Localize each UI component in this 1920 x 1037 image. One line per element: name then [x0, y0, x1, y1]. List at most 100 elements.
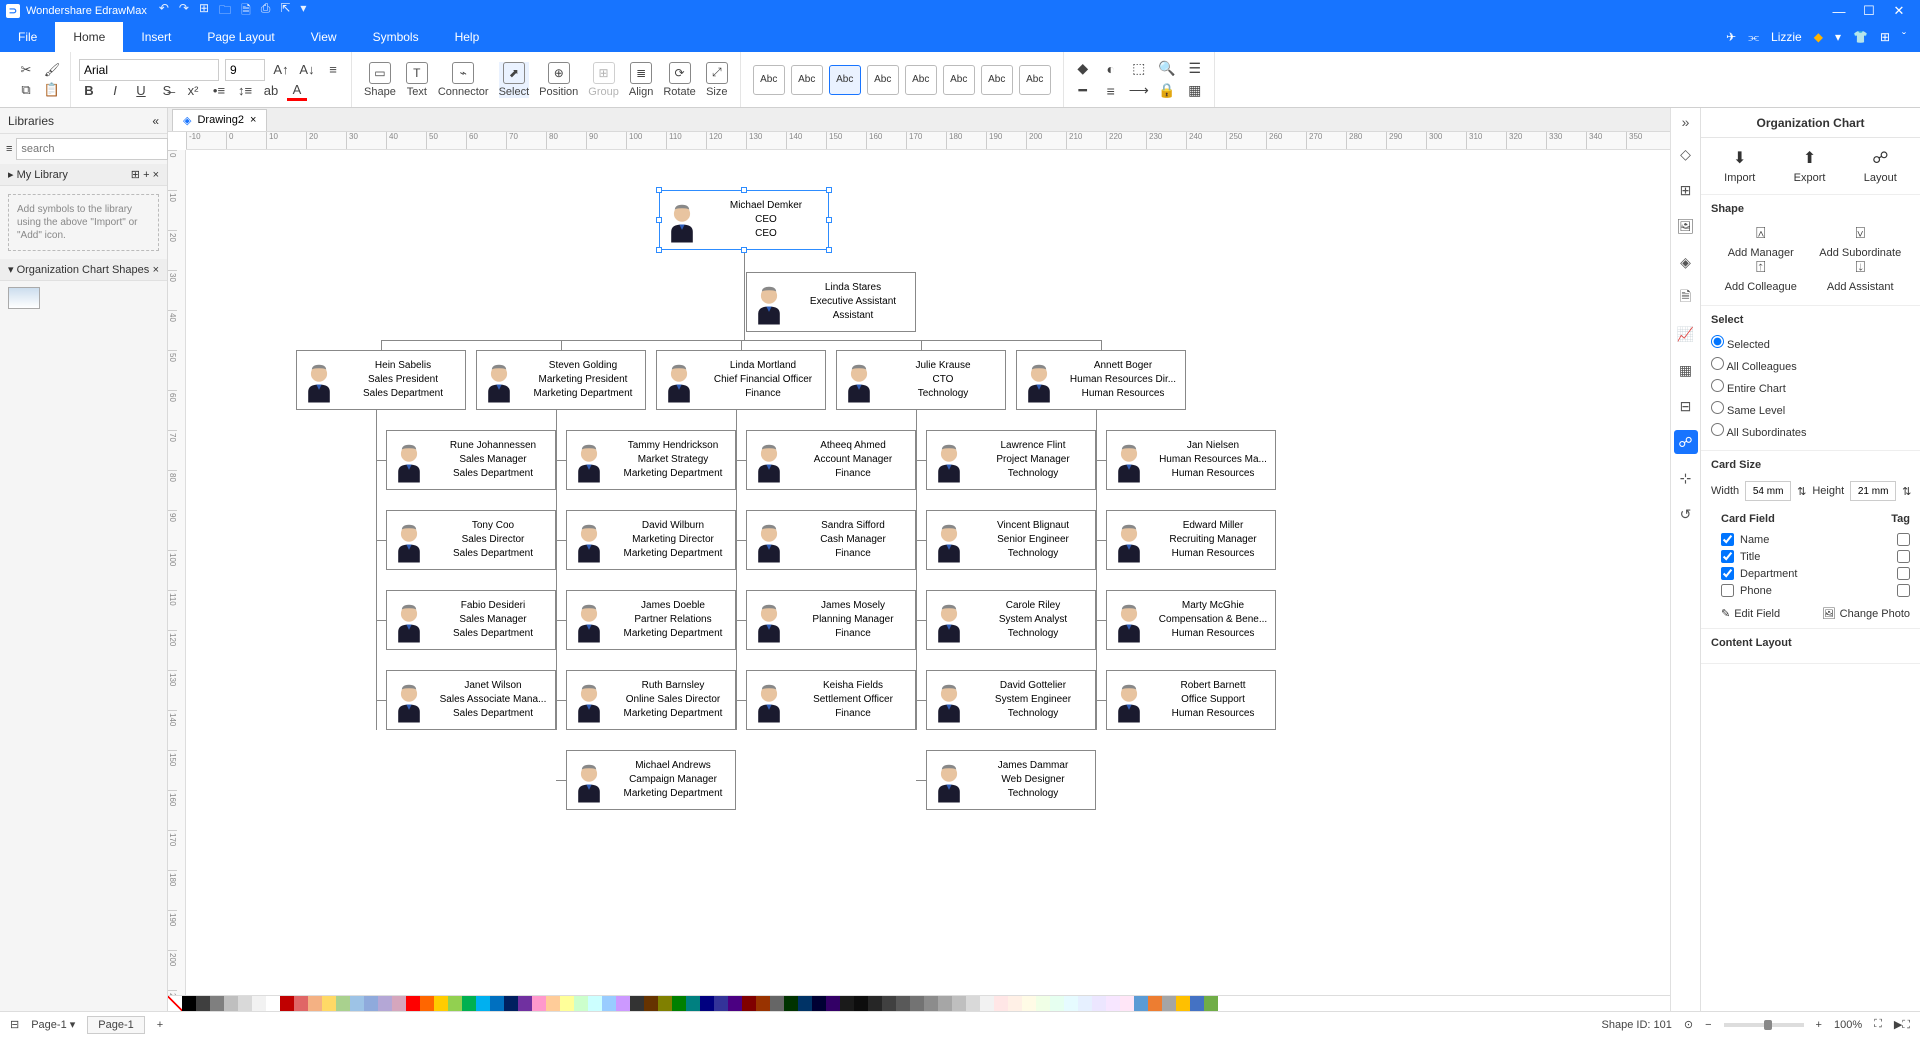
export-icon[interactable]: ⇱ — [280, 1, 290, 22]
export-button[interactable]: ⬆Export — [1794, 148, 1826, 184]
color-swatch[interactable] — [532, 996, 546, 1011]
color-swatch[interactable] — [252, 996, 266, 1011]
align-text-icon[interactable]: ≡ — [323, 60, 343, 80]
org-node[interactable]: David GottelierSystem EngineerTechnology — [926, 670, 1096, 730]
height-stepper[interactable]: ⇅ — [1902, 485, 1911, 498]
org-node[interactable]: Michael DemkerCEOCEO — [659, 190, 829, 250]
image-tab-icon[interactable]: 🖼 — [1674, 214, 1698, 238]
org-node[interactable]: Jan NielsenHuman Resources Ma...Human Re… — [1106, 430, 1276, 490]
selection-handle[interactable] — [741, 187, 747, 193]
zoom-slider[interactable] — [1724, 1023, 1804, 1027]
increase-font-icon[interactable]: A↑ — [271, 60, 291, 80]
line-style-icon[interactable]: ━ — [1072, 80, 1094, 102]
lock-icon[interactable]: 🔒 — [1156, 80, 1178, 102]
color-swatch[interactable] — [1008, 996, 1022, 1011]
color-swatch[interactable] — [476, 996, 490, 1011]
select-option-selected[interactable]: Selected — [1711, 332, 1910, 354]
org-shapes-label[interactable]: Organization Chart Shapes — [17, 264, 150, 276]
org-node[interactable]: Tony CooSales DirectorSales Department — [386, 510, 556, 570]
add-colleague-button[interactable]: ⍐Add Colleague — [1713, 259, 1809, 293]
color-swatch[interactable] — [1078, 996, 1092, 1011]
color-swatch[interactable] — [406, 996, 420, 1011]
bold-icon[interactable]: B — [79, 81, 99, 101]
color-swatch[interactable] — [588, 996, 602, 1011]
org-node[interactable]: Vincent BlignautSenior EngineerTechnolog… — [926, 510, 1096, 570]
color-swatch[interactable] — [490, 996, 504, 1011]
shapes-tab-icon[interactable]: ⊞ — [1674, 178, 1698, 202]
width-stepper[interactable]: ⇅ — [1797, 485, 1806, 498]
color-swatch[interactable] — [1134, 996, 1148, 1011]
color-swatch[interactable] — [938, 996, 952, 1011]
field-title[interactable]: Title — [1721, 548, 1910, 565]
color-swatch[interactable] — [728, 996, 742, 1011]
expand-right-icon[interactable]: » — [1682, 114, 1690, 130]
close-org-shapes-icon[interactable]: × — [153, 264, 159, 276]
align-tool[interactable]: ≣Align — [629, 62, 653, 98]
color-swatch[interactable] — [742, 996, 756, 1011]
cut-icon[interactable]: ✂ — [16, 60, 36, 80]
connector-tool[interactable]: ⌁Connector — [438, 62, 489, 98]
size-tool[interactable]: ⤢Size — [706, 62, 728, 98]
strike-icon[interactable]: S̶ — [157, 81, 177, 101]
org-node[interactable]: David WilburnMarketing DirectorMarketing… — [566, 510, 736, 570]
page-selector[interactable]: Page-1 ▾ — [31, 1018, 75, 1031]
color-swatch[interactable] — [308, 996, 322, 1011]
color-swatch[interactable] — [672, 996, 686, 1011]
style-preset-4[interactable]: Abc — [905, 65, 937, 95]
color-swatch[interactable] — [1106, 996, 1120, 1011]
color-swatch[interactable] — [294, 996, 308, 1011]
qat-more-icon[interactable]: ▾ — [300, 1, 306, 22]
user-name[interactable]: Lizzie — [1771, 30, 1802, 44]
no-color-swatch[interactable] — [168, 996, 182, 1011]
color-swatch[interactable] — [602, 996, 616, 1011]
style-preset-1[interactable]: Abc — [791, 65, 823, 95]
style-preset-3[interactable]: Abc — [867, 65, 899, 95]
library-search-input[interactable] — [16, 138, 168, 160]
field-department[interactable]: Department — [1721, 565, 1910, 582]
shape-tool[interactable]: ▭Shape — [364, 62, 396, 98]
close-tab-icon[interactable]: × — [250, 114, 256, 126]
canvas[interactable]: Michael DemkerCEOCEOLinda StaresExecutiv… — [186, 150, 1670, 995]
font-color-icon[interactable]: A — [287, 81, 307, 101]
color-swatch[interactable] — [616, 996, 630, 1011]
color-swatch[interactable] — [1148, 996, 1162, 1011]
select-option-all-colleagues[interactable]: All Colleagues — [1711, 354, 1910, 376]
menu-page-layout[interactable]: Page Layout — [189, 22, 292, 52]
add-lib-icon[interactable]: + — [143, 169, 149, 181]
highlight-icon[interactable]: ab — [261, 81, 281, 101]
org-node[interactable]: Lawrence FlintProject ManagerTechnology — [926, 430, 1096, 490]
color-swatch[interactable] — [826, 996, 840, 1011]
add-manager-button[interactable]: ⍓Add Manager — [1713, 225, 1809, 259]
org-node[interactable]: Sandra SiffordCash ManagerFinance — [746, 510, 916, 570]
theme-icon[interactable]: 👕 — [1853, 30, 1868, 44]
org-node[interactable]: Ruth BarnsleyOnline Sales DirectorMarket… — [566, 670, 736, 730]
color-swatch[interactable] — [518, 996, 532, 1011]
new-icon[interactable]: ⊞ — [199, 1, 209, 22]
zoom-in-button[interactable]: + — [1816, 1019, 1822, 1031]
selection-handle[interactable] — [656, 217, 662, 223]
premium-icon[interactable]: ◆ — [1814, 30, 1823, 44]
color-swatch[interactable] — [504, 996, 518, 1011]
color-swatch[interactable] — [560, 996, 574, 1011]
shadow-icon[interactable]: ◐ — [1100, 58, 1122, 80]
color-swatch[interactable] — [812, 996, 826, 1011]
color-swatch[interactable] — [714, 996, 728, 1011]
format-painter-icon[interactable]: 🖌 — [42, 60, 62, 80]
zoom-out-button[interactable]: − — [1705, 1019, 1711, 1031]
menu-help[interactable]: Help — [437, 22, 498, 52]
selection-handle[interactable] — [656, 247, 662, 253]
color-swatch[interactable] — [980, 996, 994, 1011]
share-icon[interactable]: ⫘ — [1748, 30, 1759, 45]
connector-tab-icon[interactable]: ⊟ — [1674, 394, 1698, 418]
org-node[interactable]: Janet WilsonSales Associate Mana...Sales… — [386, 670, 556, 730]
color-swatch[interactable] — [238, 996, 252, 1011]
color-swatch[interactable] — [686, 996, 700, 1011]
color-swatch[interactable] — [882, 996, 896, 1011]
my-library-label[interactable]: My Library — [17, 169, 68, 181]
open-icon[interactable]: 🗀 — [219, 1, 231, 22]
org-node[interactable]: Carole RileySystem AnalystTechnology — [926, 590, 1096, 650]
color-swatch[interactable] — [1050, 996, 1064, 1011]
search-dropdown-icon[interactable]: ≡ — [6, 143, 12, 155]
select-tool[interactable]: ⬈Select — [499, 62, 530, 98]
color-swatch[interactable] — [350, 996, 364, 1011]
